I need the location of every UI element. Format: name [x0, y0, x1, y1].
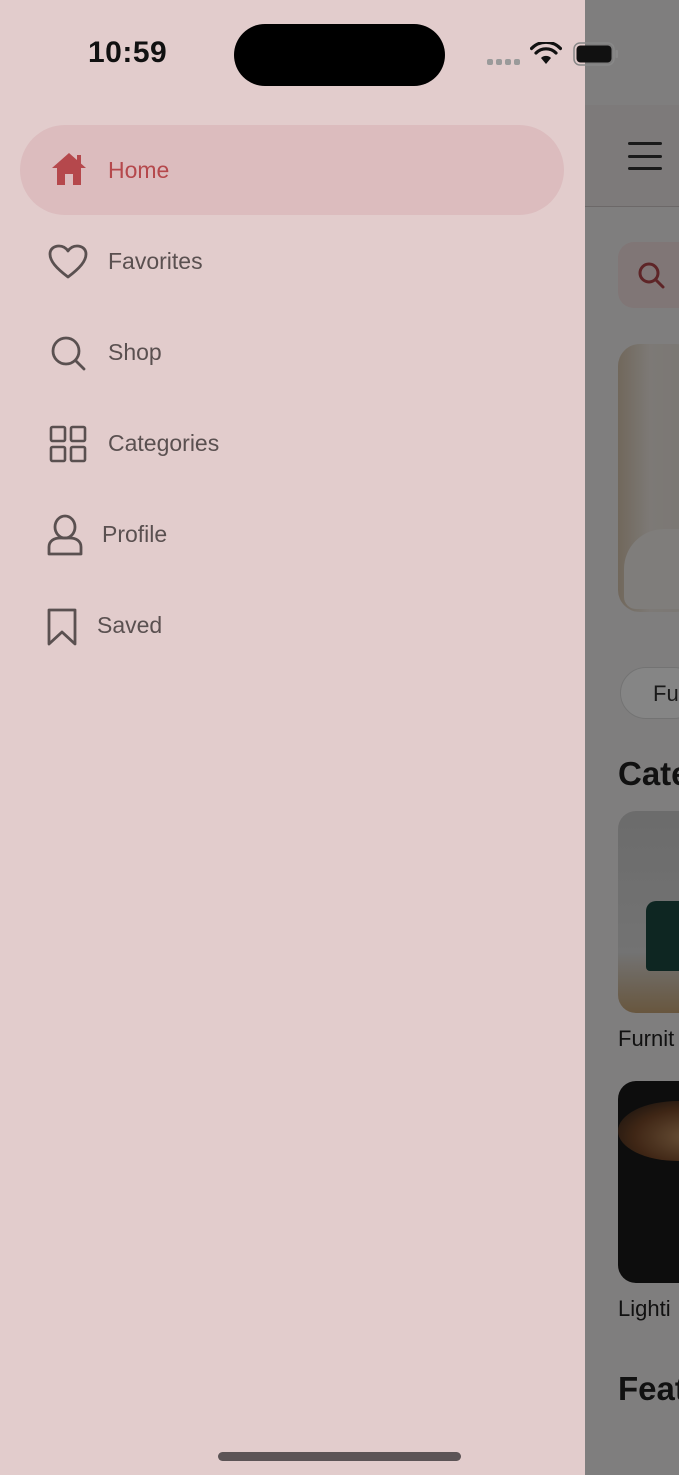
- drawer-item-label: Home: [108, 157, 170, 183]
- drawer-item-profile[interactable]: Profile: [20, 489, 564, 579]
- user-icon: [47, 514, 83, 556]
- drawer-item-home[interactable]: Home: [20, 125, 564, 215]
- search-icon: [51, 336, 86, 371]
- drawer-item-label: Shop: [108, 339, 162, 365]
- heart-icon: [48, 244, 88, 279]
- drawer-item-saved[interactable]: Saved: [20, 580, 564, 670]
- wifi-icon: [530, 42, 562, 64]
- drawer-item-label: Saved: [97, 612, 163, 638]
- navigation-drawer: Home Favorites Shop Categories Profile S…: [0, 0, 585, 1475]
- grid-icon: [49, 425, 87, 463]
- cellular-signal-icon: [487, 59, 520, 65]
- drawer-item-categories[interactable]: Categories: [20, 398, 564, 488]
- home-icon: [52, 153, 86, 185]
- status-bar: 10:59: [0, 0, 679, 105]
- drawer-item-label: Categories: [108, 430, 220, 456]
- status-time: 10:59: [88, 36, 168, 69]
- dynamic-island: [234, 24, 445, 86]
- drawer-item-shop[interactable]: Shop: [20, 307, 564, 397]
- battery-icon: [573, 42, 618, 66]
- drawer-item-label: Profile: [102, 521, 168, 547]
- home-indicator[interactable]: [218, 1452, 461, 1461]
- drawer-item-label: Favorites: [108, 248, 203, 274]
- drawer-item-favorites[interactable]: Favorites: [20, 216, 564, 306]
- bookmark-icon: [47, 608, 77, 646]
